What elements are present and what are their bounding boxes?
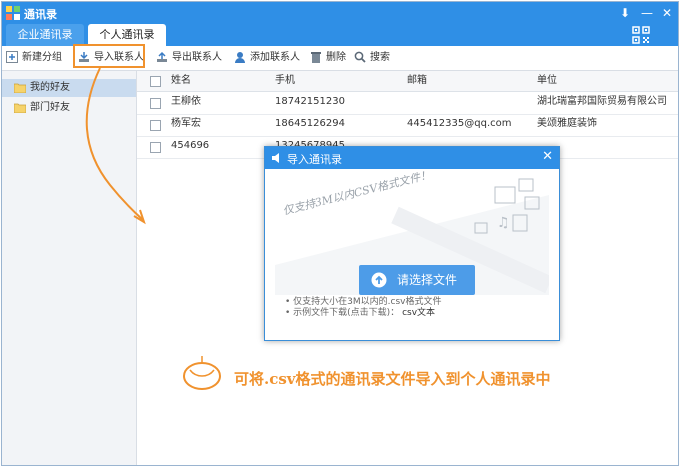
upload-icon (157, 51, 167, 62)
tab-personal-contacts[interactable]: 个人通讯录 (88, 24, 166, 46)
contact-company: 美颂雅庭装饰 (537, 118, 597, 129)
row-checkbox[interactable] (150, 142, 161, 153)
column-header-phone: 手机 (275, 75, 295, 86)
qr-code-icon[interactable] (632, 26, 650, 44)
close-icon[interactable]: ✕ (658, 4, 676, 22)
sidebar-item-label: 部门好友 (30, 102, 70, 113)
column-header-name: 姓名 (171, 75, 191, 86)
contact-phone: 18645126294 (275, 118, 345, 129)
window-title: 通讯录 (24, 8, 57, 21)
instruction-caption: 可将.csv格式的通讯录文件导入到个人通讯录中 (234, 370, 551, 388)
delete-button[interactable]: 删除 (310, 50, 346, 66)
contact-email: 445412335@qq.com (407, 118, 512, 129)
trash-icon (311, 52, 321, 63)
contact-name: 454696 (171, 140, 210, 151)
contact-company: 湖北瑞富邦国际贸易有限公司 (537, 96, 667, 107)
mouse-icon (183, 356, 221, 390)
add-contact-button[interactable]: 添加联系人 (234, 50, 300, 66)
upload-circle-icon (371, 272, 387, 288)
table-header: 姓名 手机 邮箱 单位 (137, 71, 678, 92)
folder-icon (14, 83, 26, 93)
search-label: 搜索 (370, 52, 390, 63)
app-logo-icon (6, 6, 20, 20)
contact-phone: 18742151230 (275, 96, 345, 107)
new-group-label: 新建分组 (22, 52, 62, 63)
group-sidebar: 我的好友 部门好友 (2, 71, 137, 465)
add-user-icon (235, 52, 245, 63)
column-header-email: 邮箱 (407, 75, 427, 86)
new-group-button[interactable]: 新建分组 (6, 50, 62, 66)
export-contacts-label: 导出联系人 (172, 52, 222, 63)
table-row[interactable]: 杨军宏 18645126294 445412335@qq.com 美颂雅庭装饰 (137, 114, 678, 137)
sidebar-item-label: 我的好友 (30, 82, 70, 93)
search-button[interactable]: 搜索 (354, 50, 390, 66)
dialog-title-bar: 导入通讯录 ✕ (265, 147, 559, 169)
select-all-checkbox[interactable] (150, 76, 161, 87)
dialog-title: 导入通讯录 (287, 153, 342, 166)
dialog-body: ♫ 仅支持3M以内CSV格式文件！ 请选择文件 (275, 168, 549, 295)
title-bar: 通讯录 ⬇ — ✕ (2, 2, 678, 24)
table-row[interactable]: 王柳依 18742151230 湖北瑞富邦国际贸易有限公司 (137, 92, 678, 115)
folder-icon (14, 103, 26, 113)
tip-sample-download: • 示例文件下载(点击下载)： csv文本 (285, 308, 442, 319)
import-dialog: 导入通讯录 ✕ ♫ 仅支持3M以内CSV格式文件！ 请选择文件 • 仅支持大小在… (264, 146, 560, 341)
row-checkbox[interactable] (150, 120, 161, 131)
speaker-icon (272, 153, 279, 163)
add-contact-label: 添加联系人 (250, 52, 300, 63)
tab-enterprise-contacts[interactable]: 企业通讯录 (6, 24, 84, 46)
svg-text:♫: ♫ (497, 215, 510, 231)
sidebar-item-department-friends[interactable]: 部门好友 (2, 99, 136, 117)
plus-box-icon (6, 51, 18, 63)
sidebar-item-my-friends[interactable]: 我的好友 (2, 79, 136, 97)
contact-name: 王柳依 (171, 96, 201, 107)
search-icon (354, 51, 366, 63)
export-contacts-button[interactable]: 导出联系人 (156, 50, 222, 66)
minimize-icon[interactable]: — (638, 4, 656, 22)
sample-file-link[interactable]: csv文本 (402, 308, 435, 318)
import-highlight-box (73, 44, 145, 68)
dialog-tips: • 仅支持大小在3M以内的.csv格式文件 • 示例文件下载(点击下载)： cs… (285, 297, 442, 319)
tip-sample-text: • 示例文件下载(点击下载)： (285, 308, 400, 318)
column-header-company: 单位 (537, 75, 557, 86)
arrow-down-icon[interactable]: ⬇ (616, 4, 634, 22)
choose-file-button[interactable]: 请选择文件 (359, 265, 475, 295)
dialog-close-icon[interactable]: ✕ (542, 149, 553, 164)
choose-file-label: 请选择文件 (397, 273, 458, 287)
row-checkbox[interactable] (150, 98, 161, 109)
tab-bar: 企业通讯录 个人通讯录 (2, 24, 678, 46)
contact-name: 杨军宏 (171, 118, 201, 129)
delete-label: 删除 (326, 52, 346, 63)
tip-size-limit: • 仅支持大小在3M以内的.csv格式文件 (285, 297, 442, 307)
